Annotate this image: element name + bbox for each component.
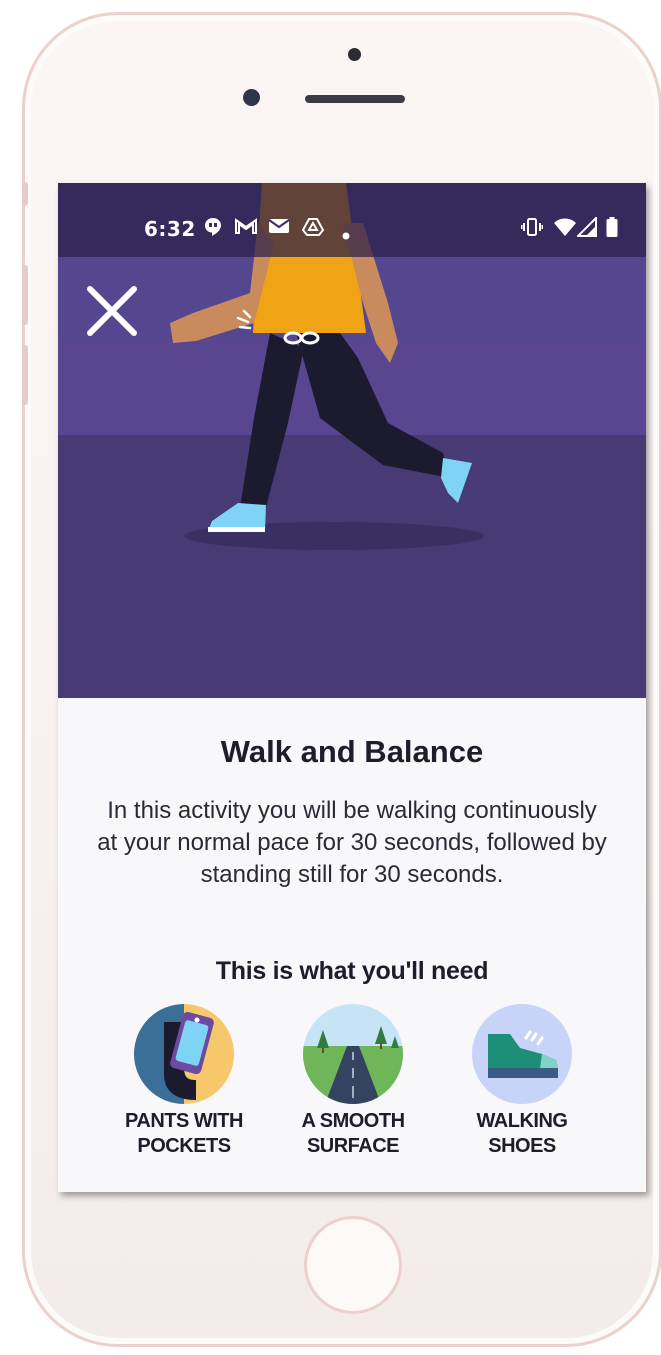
need-item-label: A SMOOTH SURFACE (301, 1110, 405, 1157)
phone-in-pocket-icon (134, 1004, 234, 1104)
app-screen: 6:32 Walk and Balance In this activity y… (58, 183, 646, 1192)
needs-heading: This is what you'll need (215, 957, 489, 985)
gmail-icon (235, 217, 257, 240)
phone-volume-up-button (22, 265, 28, 325)
drive-icon (301, 217, 325, 242)
phone-side-button (22, 182, 28, 206)
proximity-sensor (348, 48, 361, 61)
hero-illustration-area: 6:32 (58, 183, 646, 698)
walking-person-illustration (170, 183, 484, 550)
need-item-pants: PANTS WITH POCKETS (99, 1004, 269, 1159)
hangouts-icon (204, 217, 222, 242)
wifi-icon (553, 217, 577, 242)
email-icon (268, 217, 290, 239)
close-button[interactable] (84, 283, 142, 341)
close-icon (87, 286, 137, 336)
road-icon (303, 1004, 403, 1104)
shoe-icon (472, 1004, 572, 1104)
phone-volume-down-button (22, 345, 28, 405)
need-item-surface: A SMOOTH SURFACE (268, 1004, 438, 1159)
activity-description: In this activity you will be walking con… (97, 797, 607, 888)
back-shoe-sole-icon (208, 527, 265, 532)
need-item-shoes: WALKING SHOES (437, 1004, 607, 1159)
back-shoe-icon (208, 503, 266, 531)
dot-icon (342, 223, 350, 245)
need-item-label: PANTS WITH POCKETS (125, 1110, 243, 1157)
front-camera (243, 89, 260, 106)
status-bar: 6:32 (58, 183, 646, 257)
battery-icon (606, 217, 618, 242)
front-shoe-icon (441, 458, 472, 503)
status-time: 6:32 (144, 217, 196, 241)
activity-title: Walk and Balance (220, 734, 484, 769)
vibrate-icon (520, 217, 544, 242)
signal-icon (575, 215, 597, 242)
need-item-label: WALKING SHOES (476, 1110, 568, 1157)
front-leg-icon (296, 333, 450, 478)
earpiece-speaker (305, 95, 405, 103)
activity-content: Walk and Balance In this activity you wi… (58, 698, 646, 1192)
back-leg-icon (240, 333, 304, 511)
home-button[interactable] (304, 1216, 402, 1314)
